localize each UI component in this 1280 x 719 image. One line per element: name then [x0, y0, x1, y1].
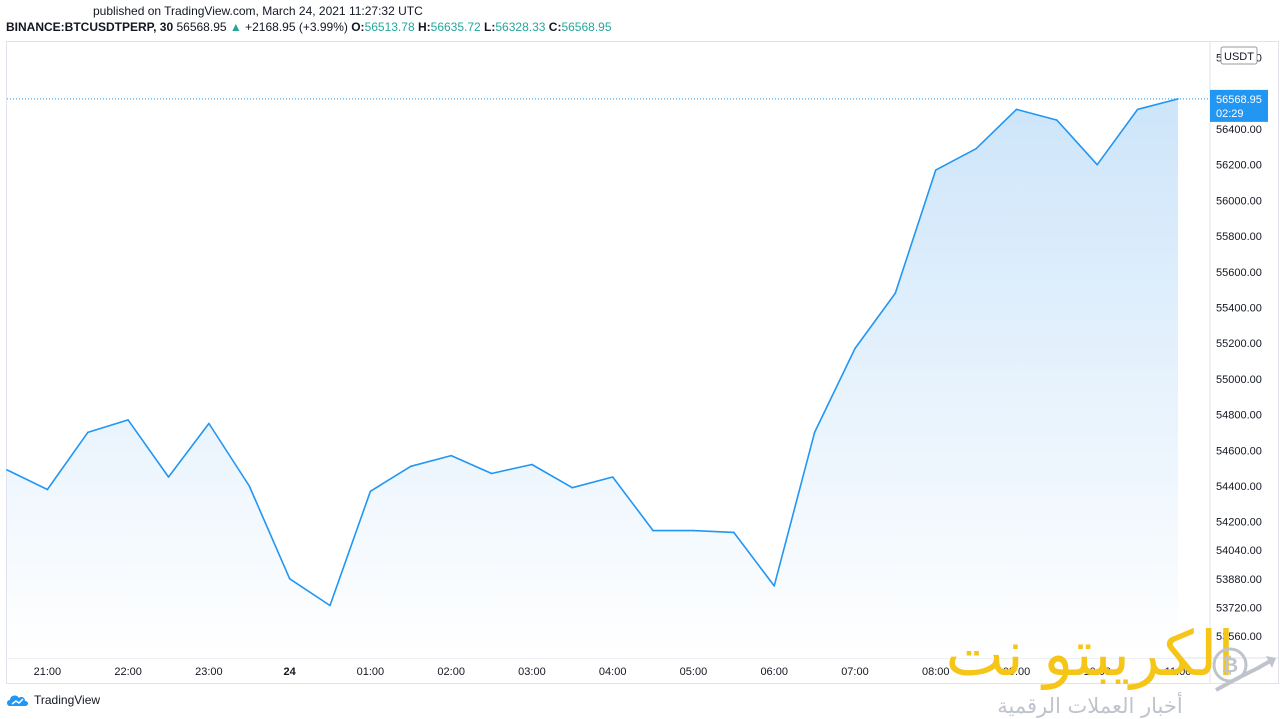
- tradingview-logo[interactable]: TradingView: [6, 693, 100, 707]
- price-point-20:30: [6, 469, 8, 471]
- price-point-08:00: [934, 169, 937, 171]
- price-point-01:00: [369, 490, 372, 493]
- tradingview-cloud-icon: [7, 695, 28, 706]
- time-tick-label: 05:00: [680, 666, 708, 678]
- price-point-09:30: [1056, 119, 1058, 121]
- price-point-04:00: [611, 476, 614, 478]
- time-tick-label: 01:00: [357, 666, 385, 678]
- price-tick-label: 56400.00: [1216, 124, 1262, 136]
- svg-text:₿: ₿: [1222, 653, 1238, 677]
- price-point-05:30: [733, 531, 735, 534]
- bar-countdown: 02:29: [1216, 108, 1244, 120]
- price-point-00:00: [288, 577, 291, 580]
- time-tick-label: 21:00: [34, 666, 62, 678]
- price-tick-label: 55800.00: [1216, 231, 1262, 243]
- price-point-21:00: [46, 488, 49, 491]
- watermark-title: الكريبتو نت: [945, 617, 1234, 690]
- currency-label: USDT: [1224, 51, 1254, 63]
- time-tick-label: 07:00: [841, 666, 869, 678]
- price-point-01:30: [409, 465, 412, 468]
- price-tick-label: 56200.00: [1216, 160, 1262, 172]
- watermark-bitcoin-icon: ₿: [1212, 647, 1276, 692]
- price-tick-label: 54040.00: [1216, 545, 1262, 557]
- price-tick-label: 55600.00: [1216, 267, 1262, 279]
- price-tick-label: 54400.00: [1216, 481, 1262, 493]
- price-point-08:30: [975, 147, 977, 150]
- price-point-23:30: [248, 485, 251, 487]
- price-point-06:30: [813, 431, 816, 434]
- last-price-tag-value: 56568.95: [1216, 94, 1262, 106]
- area-layer: [7, 98, 1178, 658]
- price-point-02:00: [450, 454, 452, 457]
- time-tick-label: 23:00: [195, 666, 223, 678]
- time-tick-label: 04:00: [599, 666, 627, 678]
- watermark-subtitle: أخبار العملات الرقمية: [997, 692, 1182, 718]
- price-area: [7, 98, 1178, 658]
- price-tick-label: 55400.00: [1216, 302, 1262, 314]
- price-point-00:30: [329, 604, 331, 607]
- price-point-04:30: [652, 529, 654, 532]
- price-point-10:30: [1136, 108, 1139, 111]
- tradingview-brand: TradingView: [34, 693, 101, 707]
- price-tick-label: 54200.00: [1216, 517, 1262, 529]
- price-tick-label: 55000.00: [1216, 374, 1262, 386]
- price-point-03:00: [531, 463, 533, 466]
- time-tick-label: 03:00: [518, 666, 546, 678]
- price-point-03:30: [571, 486, 574, 489]
- price-tick-label: 54600.00: [1216, 445, 1262, 457]
- price-point-06:00: [773, 585, 776, 587]
- time-tick-label: 02:00: [437, 666, 465, 678]
- time-tick-label: 06:00: [760, 666, 788, 678]
- price-tick-label: 54800.00: [1216, 410, 1262, 422]
- price-tick-label: 56000.00: [1216, 195, 1262, 207]
- price-point-09:00: [1015, 108, 1018, 111]
- price-point-02:30: [490, 472, 493, 475]
- time-tick-label: 22:00: [114, 666, 142, 678]
- price-point-07:30: [894, 292, 897, 295]
- price-point-22:00: [127, 419, 129, 421]
- price-point-07:00: [854, 347, 856, 350]
- price-point-10:00: [1096, 163, 1099, 166]
- price-tick-label: 53880.00: [1216, 574, 1262, 586]
- watermark: الكريبتو نت أخبار العملات الرقمية ₿: [945, 617, 1276, 718]
- price-chart[interactable]: 56800.0056600.0056400.0056200.0056000.00…: [0, 0, 1280, 719]
- price-point-22:30: [167, 476, 170, 478]
- price-tick-label: 53720.00: [1216, 602, 1262, 614]
- price-axis[interactable]: 56800.0056600.0056400.0056200.0056000.00…: [1210, 46, 1268, 643]
- price-point-05:00: [692, 529, 695, 532]
- price-tick-label: 55200.00: [1216, 338, 1262, 350]
- price-point-21:30: [86, 431, 89, 434]
- price-point-23:00: [208, 422, 210, 425]
- time-tick-label: 24: [284, 666, 297, 678]
